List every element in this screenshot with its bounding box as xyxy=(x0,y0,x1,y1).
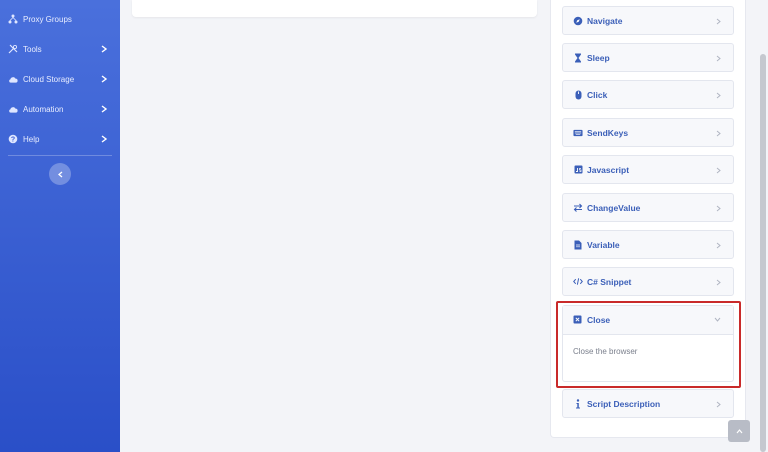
chevron-right-icon xyxy=(99,134,109,144)
cloud-icon xyxy=(8,74,18,84)
action-sleep[interactable]: Sleep xyxy=(562,43,734,72)
action-description: Close the browser xyxy=(573,347,638,356)
action-navigate[interactable]: Navigate xyxy=(562,6,734,35)
action-label: Script Description xyxy=(587,398,661,409)
chevron-right-icon xyxy=(714,278,722,286)
chevron-right-icon xyxy=(714,129,722,137)
sidebar-item-label: Tools xyxy=(23,44,42,54)
close-square-icon xyxy=(573,315,583,325)
action-sendkeys[interactable]: SendKeys xyxy=(562,118,734,147)
action-csharp-snippet[interactable]: C# Snippet xyxy=(562,267,734,296)
swap-icon xyxy=(573,203,583,213)
chevron-down-icon xyxy=(714,317,721,322)
sidebar-item-label: Proxy Groups xyxy=(23,14,72,24)
action-label: Close xyxy=(587,315,611,325)
chevron-right-icon xyxy=(714,91,722,99)
tools-icon xyxy=(8,44,18,54)
action-label: SendKeys xyxy=(587,127,629,138)
chevron-right-icon xyxy=(714,241,722,249)
keyboard-icon xyxy=(573,128,583,138)
action-label: ChangeValue xyxy=(587,202,641,213)
js-icon xyxy=(573,165,583,175)
sidebar-item-automation[interactable]: Automation xyxy=(0,98,120,120)
chevron-left-icon xyxy=(57,171,63,178)
file-icon xyxy=(573,240,583,250)
chevron-right-icon xyxy=(99,104,109,114)
collapse-sidebar-button[interactable] xyxy=(49,163,71,185)
sidebar-item-tools[interactable]: Tools xyxy=(0,38,120,60)
action-label: Navigate xyxy=(587,15,623,26)
sidebar-item-label: Cloud Storage xyxy=(23,74,75,84)
action-click[interactable]: Click xyxy=(562,80,734,109)
chevron-right-icon xyxy=(714,400,722,408)
action-close-expanded: Close Close the browser xyxy=(562,305,734,382)
svg-text:?: ? xyxy=(11,137,15,144)
sidebar-item-cloud-storage[interactable]: Cloud Storage xyxy=(0,68,120,90)
chevron-right-icon xyxy=(99,74,109,84)
action-label: C# Snippet xyxy=(587,276,632,287)
sidebar-item-help[interactable]: ? Help xyxy=(0,128,120,150)
chevron-up-icon xyxy=(736,428,743,434)
scroll-to-top-button[interactable] xyxy=(728,420,750,442)
chevron-right-icon xyxy=(714,17,722,25)
code-icon xyxy=(573,277,583,287)
scrollbar[interactable] xyxy=(760,54,766,452)
action-script-description[interactable]: Script Description xyxy=(562,389,734,418)
sidebar-divider xyxy=(8,155,112,156)
action-close-header[interactable]: Close xyxy=(563,306,733,335)
sidebar-item-label: Help xyxy=(23,134,40,144)
action-label: Click xyxy=(587,89,608,100)
info-icon xyxy=(573,398,583,409)
action-label: Sleep xyxy=(587,52,610,63)
help-icon: ? xyxy=(8,134,18,144)
hourglass-icon xyxy=(573,53,583,63)
action-label: Javascript xyxy=(587,164,630,175)
chevron-right-icon xyxy=(714,166,722,174)
chevron-right-icon xyxy=(714,54,722,62)
sidebar-item-proxy-groups[interactable]: Proxy Groups xyxy=(0,8,120,30)
chevron-right-icon xyxy=(714,204,722,212)
chevron-right-icon xyxy=(99,44,109,54)
action-variable[interactable]: Variable xyxy=(562,230,734,259)
compass-icon xyxy=(573,16,583,26)
network-icon xyxy=(8,14,18,24)
action-javascript[interactable]: Javascript xyxy=(562,155,734,184)
robot-icon xyxy=(8,104,18,114)
sidebar-item-label: Automation xyxy=(23,104,64,114)
action-changevalue[interactable]: ChangeValue xyxy=(562,193,734,222)
action-label: Variable xyxy=(587,239,620,250)
main-content-card xyxy=(132,0,537,17)
sidebar: Proxy Groups Tools Cloud Storage Automat… xyxy=(0,0,120,452)
mouse-icon xyxy=(573,90,583,100)
